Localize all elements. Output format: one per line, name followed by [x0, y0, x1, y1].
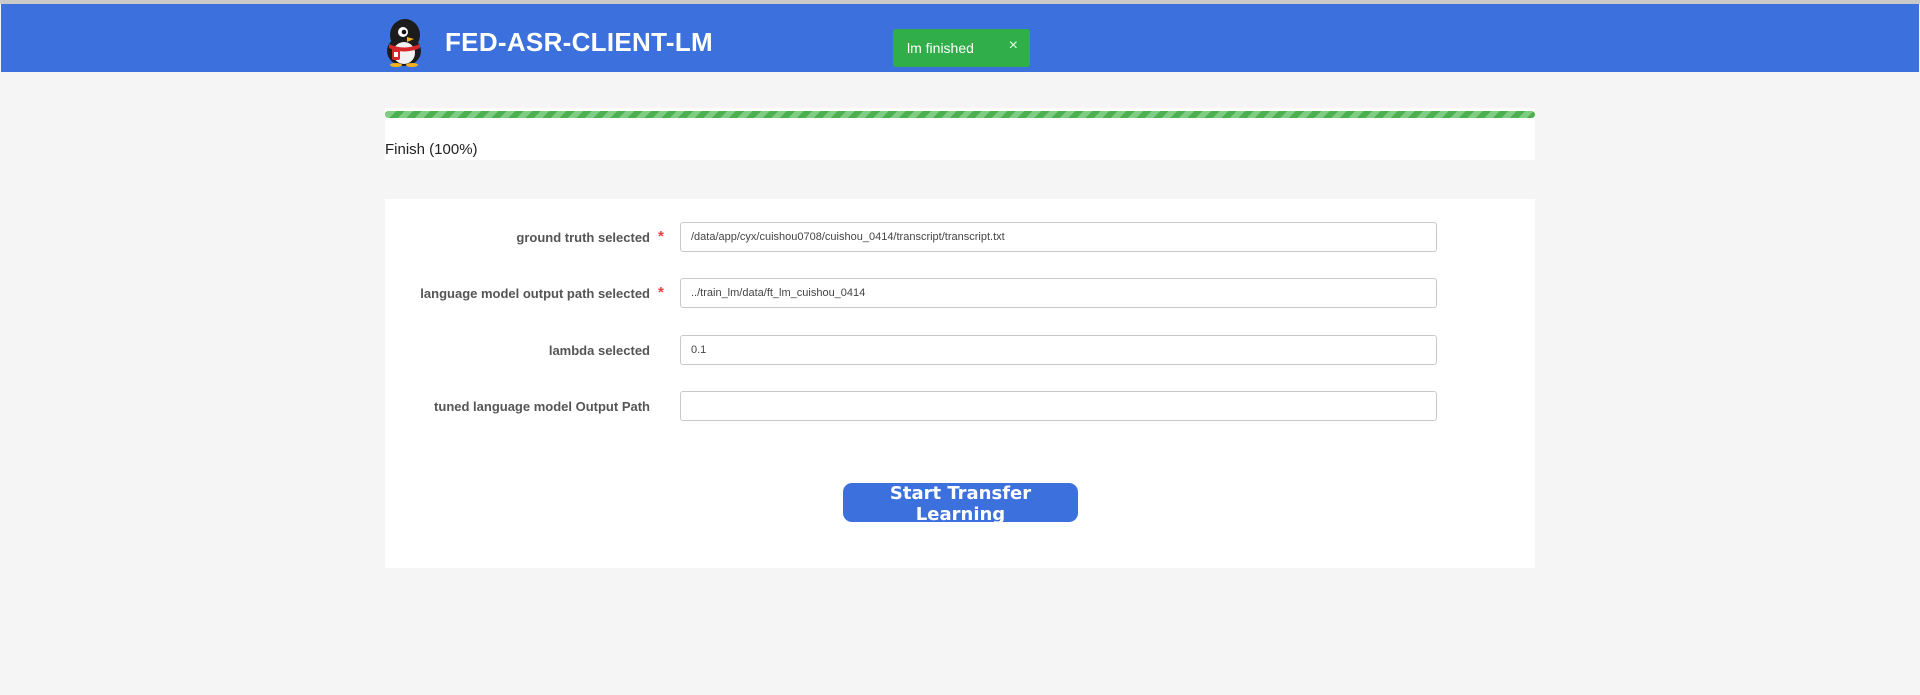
app-title: FED-ASR-CLIENT-LM: [445, 27, 713, 57]
required-mark: *: [658, 228, 664, 245]
progress-status-text: Finish (100%): [385, 141, 478, 158]
ground-truth-label: ground truth selected: [516, 230, 650, 245]
tuned-lm-output-path-label: tuned language model Output Path: [434, 399, 650, 414]
lm-output-path-label: language model output path selected: [420, 286, 650, 301]
progress-panel: Finish (100%): [385, 108, 1535, 160]
ground-truth-input[interactable]: [680, 222, 1437, 252]
progress-bar: [385, 111, 1535, 118]
toast-message: lm finished: [907, 40, 974, 56]
tuned-lm-output-path-input[interactable]: [680, 391, 1437, 421]
success-toast: lm finished ×: [893, 29, 1030, 67]
lambda-label: lambda selected: [548, 343, 650, 358]
app-header: FED-ASR-CLIENT-LM lm finished ×: [1, 4, 1919, 72]
close-icon[interactable]: ×: [1009, 37, 1018, 55]
form-row-lm-output-path: language model output path selected *: [385, 278, 1535, 308]
lm-output-path-input[interactable]: [680, 278, 1437, 308]
form-row-tuned-lm-output-path: tuned language model Output Path: [385, 391, 1535, 421]
penguin-logo-icon: [383, 17, 427, 67]
start-transfer-learning-button[interactable]: Start Transfer Learning: [843, 483, 1078, 525]
transfer-learning-form: ground truth selected * language model o…: [385, 199, 1535, 568]
form-row-ground-truth: ground truth selected *: [385, 222, 1535, 252]
lambda-input[interactable]: [680, 335, 1437, 365]
required-mark: *: [658, 284, 664, 301]
form-row-lambda: lambda selected: [385, 335, 1535, 365]
progress-bar-fill: [385, 111, 1535, 118]
